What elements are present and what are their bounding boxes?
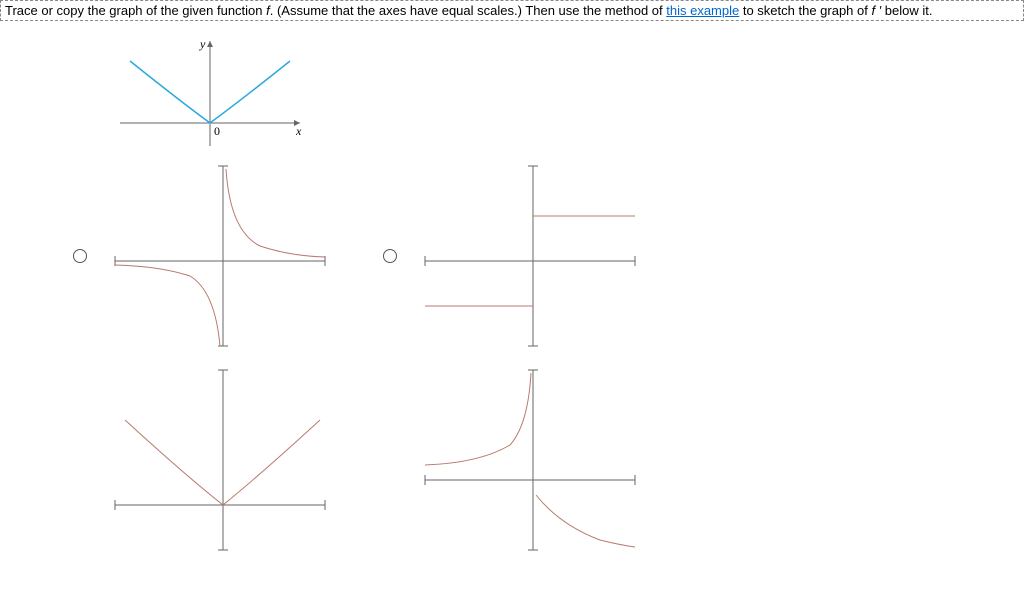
- example-link[interactable]: this example: [666, 3, 739, 18]
- x-axis-label: x: [295, 124, 302, 138]
- origin-label: 0: [214, 124, 220, 138]
- content-area: y x 0: [0, 21, 1024, 555]
- choice-graph-2: [420, 161, 640, 351]
- prompt-text-1: Trace or copy the graph of the given fun…: [5, 3, 266, 18]
- prompt-text-4: below it.: [881, 3, 932, 18]
- deriv-symbol: f ′: [871, 3, 881, 18]
- choice-row-2: [60, 365, 1024, 555]
- choice-graph-1: [110, 161, 330, 351]
- choice-radio-1[interactable]: [73, 249, 87, 263]
- choice-radio-2[interactable]: [383, 249, 397, 263]
- given-function-graph: y x 0: [110, 31, 1024, 151]
- choice-graph-4: [420, 365, 640, 555]
- choice-row-1: [60, 161, 1024, 351]
- y-axis-label: y: [199, 37, 206, 51]
- prompt-text-2: . (Assume that the axes have equal scale…: [270, 3, 667, 18]
- choice-graph-3: [110, 365, 330, 555]
- question-prompt: Trace or copy the graph of the given fun…: [0, 0, 1024, 21]
- prompt-text-3: to sketch the graph of: [739, 3, 871, 18]
